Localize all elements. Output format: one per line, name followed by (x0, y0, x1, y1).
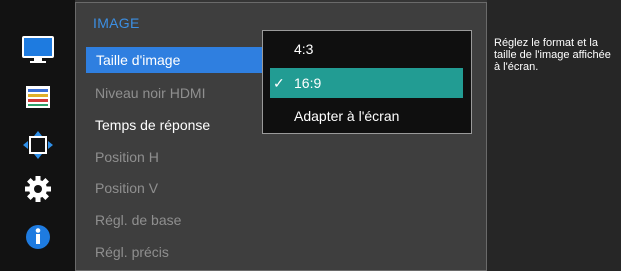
check-icon: ✓ (273, 75, 285, 91)
submenu-popup: 4:3 ✓ 16:9 Adapter à l'écran (262, 30, 472, 134)
option-adapter-ecran[interactable]: Adapter à l'écran (263, 101, 471, 131)
osd-window: IMAGE Taille d'image Niveau noir HDMI Te… (0, 0, 621, 271)
option-label: 16:9 (294, 75, 322, 91)
menu-item-regl-precis[interactable]: Régl. précis (85, 239, 263, 265)
help-text: Réglez le format et la taille de l'image… (494, 37, 611, 73)
menu-item-niveau-noir-hdmi[interactable]: Niveau noir HDMI (85, 80, 263, 106)
section-title: IMAGE (93, 15, 140, 31)
menu-item-label: Régl. de base (95, 212, 182, 228)
menu-item-label: Temps de réponse (95, 117, 211, 133)
menu-item-regl-de-base[interactable]: Régl. de base (85, 207, 263, 233)
menu-item-position-v[interactable]: Position V (85, 175, 263, 201)
menu-item-label: Position V (95, 180, 159, 196)
option-label: Adapter à l'écran (294, 108, 400, 124)
menu-item-taille-image[interactable]: Taille d'image (86, 47, 262, 73)
resize-arrows-icon[interactable] (20, 130, 56, 160)
menu-item-label: Taille d'image (96, 52, 181, 68)
option-16-9[interactable]: ✓ 16:9 (270, 68, 463, 98)
info-icon[interactable] (20, 222, 56, 252)
menu-item-label: Niveau noir HDMI (95, 85, 206, 101)
gear-icon[interactable] (20, 174, 56, 204)
menu-item-label: Régl. précis (95, 244, 169, 260)
color-bars-icon[interactable] (20, 82, 56, 112)
menu-item-temps-de-reponse[interactable]: Temps de réponse (85, 112, 263, 138)
option-label: 4:3 (294, 41, 314, 57)
menu-item-label: Position H (95, 149, 159, 165)
menu-item-position-h[interactable]: Position H (85, 144, 263, 170)
option-4-3[interactable]: 4:3 (263, 34, 471, 64)
monitor-icon[interactable] (20, 34, 56, 64)
sidebar (0, 0, 75, 271)
